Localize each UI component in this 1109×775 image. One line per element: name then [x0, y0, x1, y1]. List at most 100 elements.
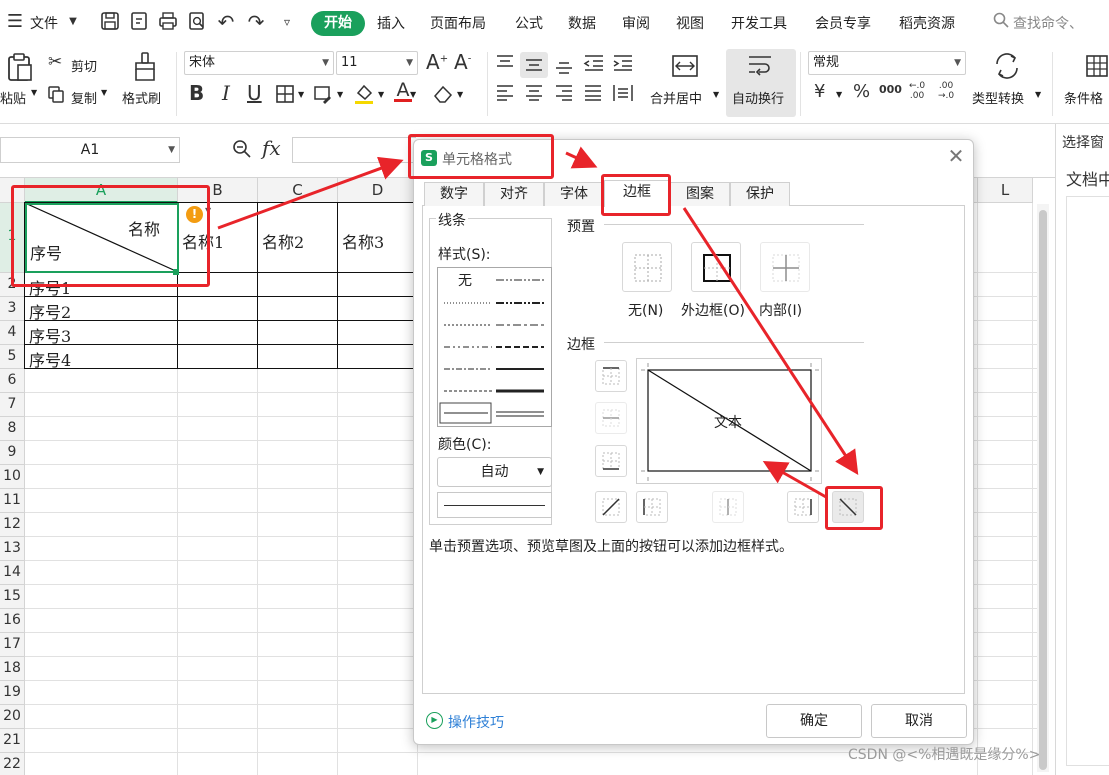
column-header-l[interactable]: L [978, 178, 1033, 203]
decrease-font-icon[interactable]: A- [454, 52, 471, 72]
paste-dropdown-icon[interactable]: ▼ [31, 88, 37, 97]
border-diagonal-up-button[interactable] [595, 491, 627, 523]
conditional-format-button[interactable]: 条件格 [1064, 88, 1103, 107]
line-style-options[interactable] [438, 268, 553, 428]
borders-icon[interactable] [275, 84, 295, 107]
row-header[interactable]: 10 [0, 465, 25, 489]
row-header[interactable]: 9 [0, 441, 25, 465]
tab-start[interactable]: 开始 [311, 11, 365, 36]
merge-dropdown-icon[interactable]: ▼ [713, 90, 719, 99]
number-format-select[interactable]: 常规 ▼ [808, 51, 966, 75]
formula-input[interactable] [292, 137, 416, 163]
row-header[interactable]: 19 [0, 681, 25, 705]
tab-font[interactable]: 字体 [544, 182, 604, 206]
redo-icon[interactable]: ↷ [245, 11, 267, 33]
row-header[interactable]: 12 [0, 513, 25, 537]
fill-color-icon[interactable] [353, 83, 375, 108]
align-top-icon[interactable] [495, 54, 515, 75]
fill-color-dropdown-icon[interactable]: ▼ [378, 90, 384, 99]
cut-button[interactable]: 剪切 [71, 56, 97, 75]
copy-dropdown-icon[interactable]: ▼ [101, 88, 107, 97]
row-header[interactable]: 16 [0, 609, 25, 633]
column-header-d[interactable]: D [338, 178, 418, 203]
line-color-select[interactable]: 自动 ▼ [437, 457, 552, 487]
tab-developer[interactable]: 开发工具 [731, 13, 787, 33]
row-header[interactable]: 4 [0, 321, 25, 345]
border-bottom-button[interactable] [595, 445, 627, 477]
row-header[interactable]: 14 [0, 561, 25, 585]
line-style-list[interactable]: 无 [437, 267, 552, 427]
copy-icon[interactable] [48, 86, 65, 106]
increase-font-icon[interactable]: A+ [426, 52, 448, 72]
selection-list[interactable] [1066, 196, 1109, 766]
decrease-indent-icon[interactable] [583, 54, 605, 75]
font-size-select[interactable]: 11 ▼ [336, 51, 418, 75]
file-menu[interactable]: 文件 [30, 13, 58, 33]
justify-icon[interactable] [583, 84, 603, 105]
tab-page-layout[interactable]: 页面布局 [430, 13, 486, 33]
row-header[interactable]: 7 [0, 393, 25, 417]
type-convert-dropdown-icon[interactable]: ▼ [1035, 90, 1041, 99]
copy-button[interactable]: 复制 [71, 88, 97, 107]
align-bottom-icon[interactable] [554, 57, 574, 78]
cell-style-icon[interactable] [313, 84, 333, 107]
cell-a5[interactable]: 序号4 [29, 347, 71, 371]
row-header[interactable]: 3 [0, 297, 25, 321]
paste-button[interactable]: 粘贴 [0, 88, 26, 107]
row-header[interactable]: 22 [0, 753, 25, 775]
scissors-icon[interactable]: ✂ [48, 54, 62, 71]
align-left-icon[interactable] [495, 84, 515, 105]
column-header-c[interactable]: C [258, 178, 338, 203]
align-center-icon[interactable] [524, 84, 544, 105]
preset-none-button[interactable] [622, 242, 672, 292]
wrap-text-button[interactable]: 自动换行 [732, 88, 784, 107]
tab-review[interactable]: 审阅 [622, 13, 650, 33]
tips-link[interactable]: 操作技巧 [448, 712, 504, 732]
row-header[interactable]: 15 [0, 585, 25, 609]
cancel-button[interactable]: 取消 [871, 704, 967, 738]
row-header[interactable]: 18 [0, 657, 25, 681]
cell-style-dropdown-icon[interactable]: ▼ [337, 90, 343, 99]
row-header[interactable]: 8 [0, 417, 25, 441]
cell-d1[interactable]: 名称3 [342, 229, 384, 253]
cell-a4[interactable]: 序号3 [29, 323, 71, 347]
print-icon[interactable] [157, 11, 179, 33]
border-right-button[interactable] [787, 491, 819, 523]
tab-docer[interactable]: 稻壳资源 [899, 13, 955, 33]
increase-decimal-icon[interactable]: ←.0.00 [909, 81, 925, 101]
percent-icon[interactable]: % [853, 83, 870, 101]
tab-alignment[interactable]: 对齐 [484, 182, 544, 206]
distributed-align-icon[interactable] [612, 83, 634, 106]
tab-member[interactable]: 会员专享 [815, 13, 871, 33]
preset-inside-button[interactable] [760, 242, 810, 292]
tab-pattern[interactable]: 图案 [670, 182, 730, 206]
type-convert-icon[interactable] [993, 52, 1021, 83]
row-header[interactable]: 6 [0, 369, 25, 393]
customize-quick-access-icon[interactable]: ▿ [276, 11, 298, 33]
row-header[interactable]: 20 [0, 705, 25, 729]
scrollbar-thumb[interactable] [1039, 210, 1047, 770]
name-box[interactable]: A1 ▼ [0, 137, 180, 163]
border-top-button[interactable] [595, 360, 627, 392]
vertical-scrollbar[interactable] [1037, 204, 1049, 772]
row-header[interactable]: 21 [0, 729, 25, 753]
fx-icon[interactable]: fx [262, 136, 281, 160]
tab-insert[interactable]: 插入 [377, 13, 405, 33]
paste-icon[interactable] [4, 52, 34, 85]
italic-icon[interactable]: I [222, 83, 230, 103]
undo-icon[interactable]: ↶ [215, 11, 237, 33]
zoom-search-icon[interactable] [231, 138, 253, 164]
borders-dropdown-icon[interactable]: ▼ [298, 90, 304, 99]
conditional-format-icon[interactable] [1085, 52, 1109, 83]
type-convert-button[interactable]: 类型转换 [972, 88, 1024, 107]
row-header[interactable]: 11 [0, 489, 25, 513]
hamburger-menu-icon[interactable]: ☰ [4, 11, 26, 33]
row-header[interactable]: 13 [0, 537, 25, 561]
print-preview-icon[interactable] [186, 11, 208, 33]
close-icon[interactable]: ✕ [944, 144, 968, 168]
ok-button[interactable]: 确定 [766, 704, 862, 738]
font-color-dropdown-icon[interactable]: ▼ [410, 90, 416, 99]
wrap-text-icon[interactable] [746, 52, 774, 83]
merge-center-icon[interactable] [671, 52, 699, 83]
preset-outline-button[interactable] [691, 242, 741, 292]
